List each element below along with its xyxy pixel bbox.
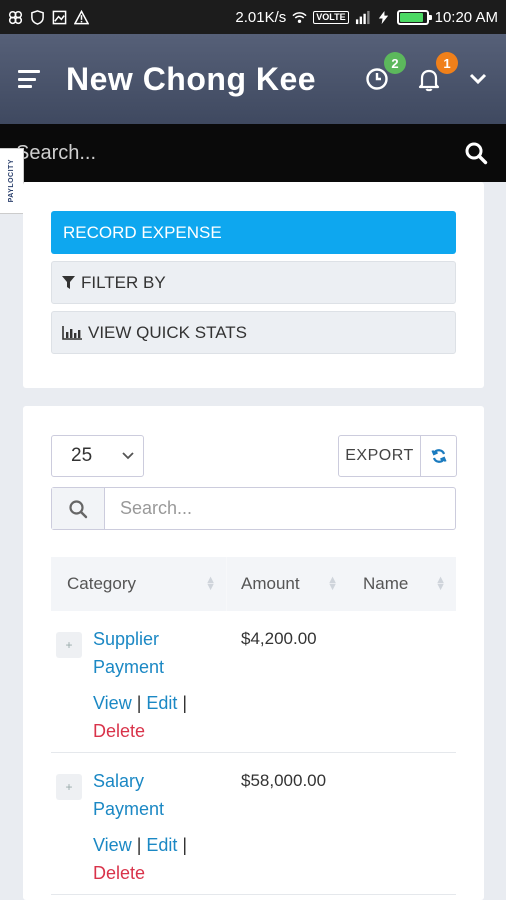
shield-icon <box>31 9 44 25</box>
network-speed: 2.01K/s <box>235 8 287 26</box>
table-header: Category ▲ ▼ Amount ▲ ▼ Name ▲ ▼ <box>51 557 456 611</box>
row-expand-button[interactable]: + <box>56 774 82 800</box>
row-actions: View | Edit | Delete <box>93 835 188 883</box>
status-bar: 2.01K/s VOLTE 10:20 AM <box>0 0 506 34</box>
row-actions: View | Edit | Delete <box>93 693 188 741</box>
menu-icon[interactable] <box>18 70 40 88</box>
history-badge: 2 <box>384 52 406 74</box>
header-actions: 2 1 <box>364 52 488 92</box>
battery-icon <box>396 9 432 25</box>
delete-link[interactable]: Delete <box>93 721 145 741</box>
column-header-label: Amount <box>241 574 300 593</box>
column-header-category[interactable]: Category ▲ ▼ <box>51 557 226 611</box>
sort-icon: ▲ ▼ <box>205 574 216 593</box>
warning-icon <box>74 9 89 24</box>
chevron-down-icon <box>122 452 134 460</box>
signal-icon <box>355 10 370 24</box>
column-header-label: Name <box>363 574 409 593</box>
view-quick-stats-button[interactable]: VIEW QUICK STATS <box>51 311 456 354</box>
expenses-table-card: 25 EXPORT Category ▲▼ Amount ▲▼ Name ▲▼ <box>23 406 484 900</box>
side-feedback-tab[interactable]: PAYLOCITY <box>0 148 24 214</box>
table-search <box>51 487 456 530</box>
column-header-label: Category <box>67 574 136 593</box>
page-size-value: 25 <box>71 445 93 466</box>
edit-link[interactable]: Edit <box>146 835 177 855</box>
delete-link[interactable]: Delete <box>93 863 145 883</box>
amount-cell: $58,000.00 <box>241 771 327 790</box>
status-icons-left <box>8 9 89 25</box>
expenses-table: Category ▲ ▼ Amount ▲ ▼ Name ▲ ▼ + Supplier… <box>51 557 456 895</box>
pinwheel-icon <box>8 10 23 24</box>
actions-card: RECORD EXPENSE FILTER BY VIEW QUICK STAT… <box>23 182 484 388</box>
global-search-input[interactable] <box>16 141 464 165</box>
search-icon[interactable] <box>464 141 488 165</box>
page-size-select[interactable]: 25 <box>51 435 144 477</box>
volte-label: VOLTE <box>313 10 349 24</box>
search-icon <box>69 499 88 518</box>
status-icons-right: 2.01K/s VOLTE 10:20 AM <box>235 9 498 26</box>
filter-by-button[interactable]: FILTER BY <box>51 261 456 304</box>
export-button[interactable]: EXPORT <box>339 436 421 476</box>
clock: 10:20 AM <box>434 8 498 26</box>
row-expand-button[interactable]: + <box>56 632 82 658</box>
wifi-icon <box>292 11 307 23</box>
table-tools: EXPORT <box>338 435 457 477</box>
history-button[interactable]: 2 <box>364 52 406 92</box>
notifications-badge: 1 <box>436 52 458 74</box>
refresh-button[interactable] <box>421 436 456 476</box>
chevron-down-icon[interactable] <box>468 72 488 86</box>
table-search-addon <box>52 488 105 529</box>
sort-icon: ▲ ▼ <box>327 574 338 593</box>
image-icon <box>52 10 67 24</box>
view-quick-stats-label: VIEW QUICK STATS <box>88 322 247 342</box>
filter-icon <box>62 276 75 289</box>
refresh-icon <box>430 449 447 463</box>
bar-chart-icon <box>62 325 82 340</box>
page-title: New Chong Kee <box>66 60 317 97</box>
column-header-amount[interactable]: Amount ▲ ▼ <box>226 557 348 611</box>
charging-icon <box>378 10 388 24</box>
table-search-input[interactable] <box>105 488 455 529</box>
edit-link[interactable]: Edit <box>146 693 177 713</box>
sort-icon: ▲ ▼ <box>435 574 446 593</box>
table-row: + Supplier Payment $4,200.00 View | Edit… <box>51 611 456 753</box>
amount-cell: $4,200.00 <box>241 629 317 648</box>
view-link[interactable]: View <box>93 835 132 855</box>
record-expense-button[interactable]: RECORD EXPENSE <box>51 211 456 254</box>
category-link[interactable]: Supplier Payment <box>93 625 213 681</box>
column-header-name[interactable]: Name ▲ ▼ <box>348 557 456 611</box>
view-link[interactable]: View <box>93 693 132 713</box>
category-link[interactable]: Salary Payment <box>93 767 213 823</box>
filter-by-label: FILTER BY <box>81 272 166 292</box>
side-tab-label: PAYLOCITY <box>8 159 15 203</box>
app-header: New Chong Kee 2 1 <box>0 34 506 124</box>
table-row: + Salary Payment $58,000.00 View | Edit … <box>51 753 456 895</box>
notifications-button[interactable]: 1 <box>416 52 458 92</box>
global-search-bar <box>0 124 506 182</box>
